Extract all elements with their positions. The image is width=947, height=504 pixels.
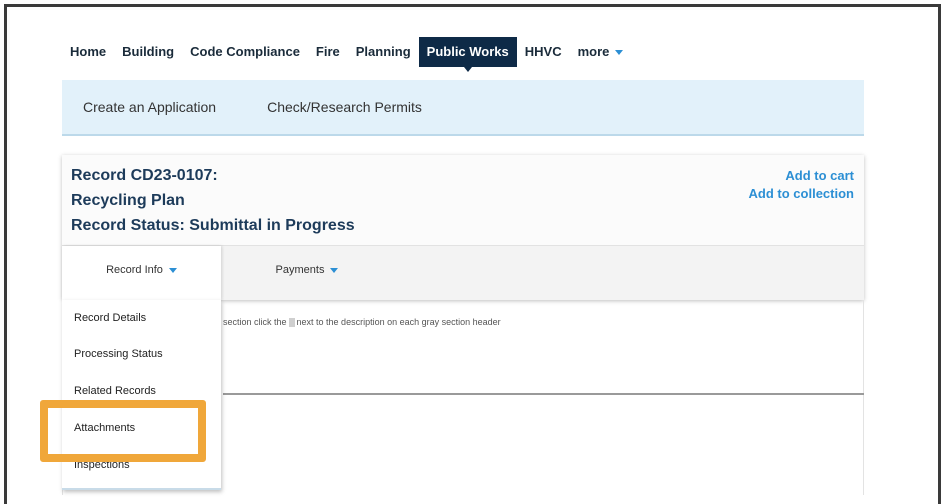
tab-fire[interactable]: Fire — [308, 37, 348, 67]
section-divider — [223, 393, 864, 395]
record-header: Record CD23-0107: Recycling Plan Record … — [62, 155, 864, 245]
tab-code-compliance[interactable]: Code Compliance — [182, 37, 308, 67]
tab-record-info[interactable]: Record Info — [62, 246, 221, 300]
tab-payments[interactable]: Payments — [267, 246, 347, 300]
add-to-cart-link[interactable]: Add to cart — [785, 168, 854, 183]
create-application-link[interactable]: Create an Application — [83, 99, 216, 115]
menu-item-processing-status[interactable]: Processing Status — [74, 348, 163, 360]
tab-home[interactable]: Home — [62, 37, 114, 67]
highlight-box — [40, 400, 206, 462]
chevron-down-icon — [168, 267, 177, 273]
record-status: Record Status: Submittal in Progress — [71, 217, 355, 234]
sub-nav: Create an Application Check/Research Per… — [62, 80, 864, 136]
record-id: Record CD23-0107: — [71, 167, 218, 184]
chevron-down-icon — [615, 50, 624, 56]
chevron-down-icon — [330, 267, 339, 273]
tab-public-works[interactable]: Public Works — [418, 37, 517, 72]
tab-hhvc[interactable]: HHVC — [517, 37, 570, 67]
record-tab-bar: Record Info Payments — [62, 245, 864, 300]
top-nav: Home Building Code Compliance Fire Plann… — [62, 36, 632, 72]
record-card: Record CD23-0107: Recycling Plan Record … — [62, 155, 864, 300]
expand-icon — [288, 318, 295, 328]
record-type: Recycling Plan — [71, 192, 185, 209]
instruction-text: section click the next to the description… — [223, 317, 501, 328]
menu-item-related-records[interactable]: Related Records — [74, 385, 156, 397]
tab-building[interactable]: Building — [114, 37, 182, 67]
check-research-permits-link[interactable]: Check/Research Permits — [267, 99, 422, 115]
add-to-collection-link[interactable]: Add to collection — [749, 186, 854, 201]
menu-item-record-details[interactable]: Record Details — [74, 312, 146, 324]
tab-planning[interactable]: Planning — [348, 37, 419, 67]
tab-more[interactable]: more — [570, 37, 632, 67]
